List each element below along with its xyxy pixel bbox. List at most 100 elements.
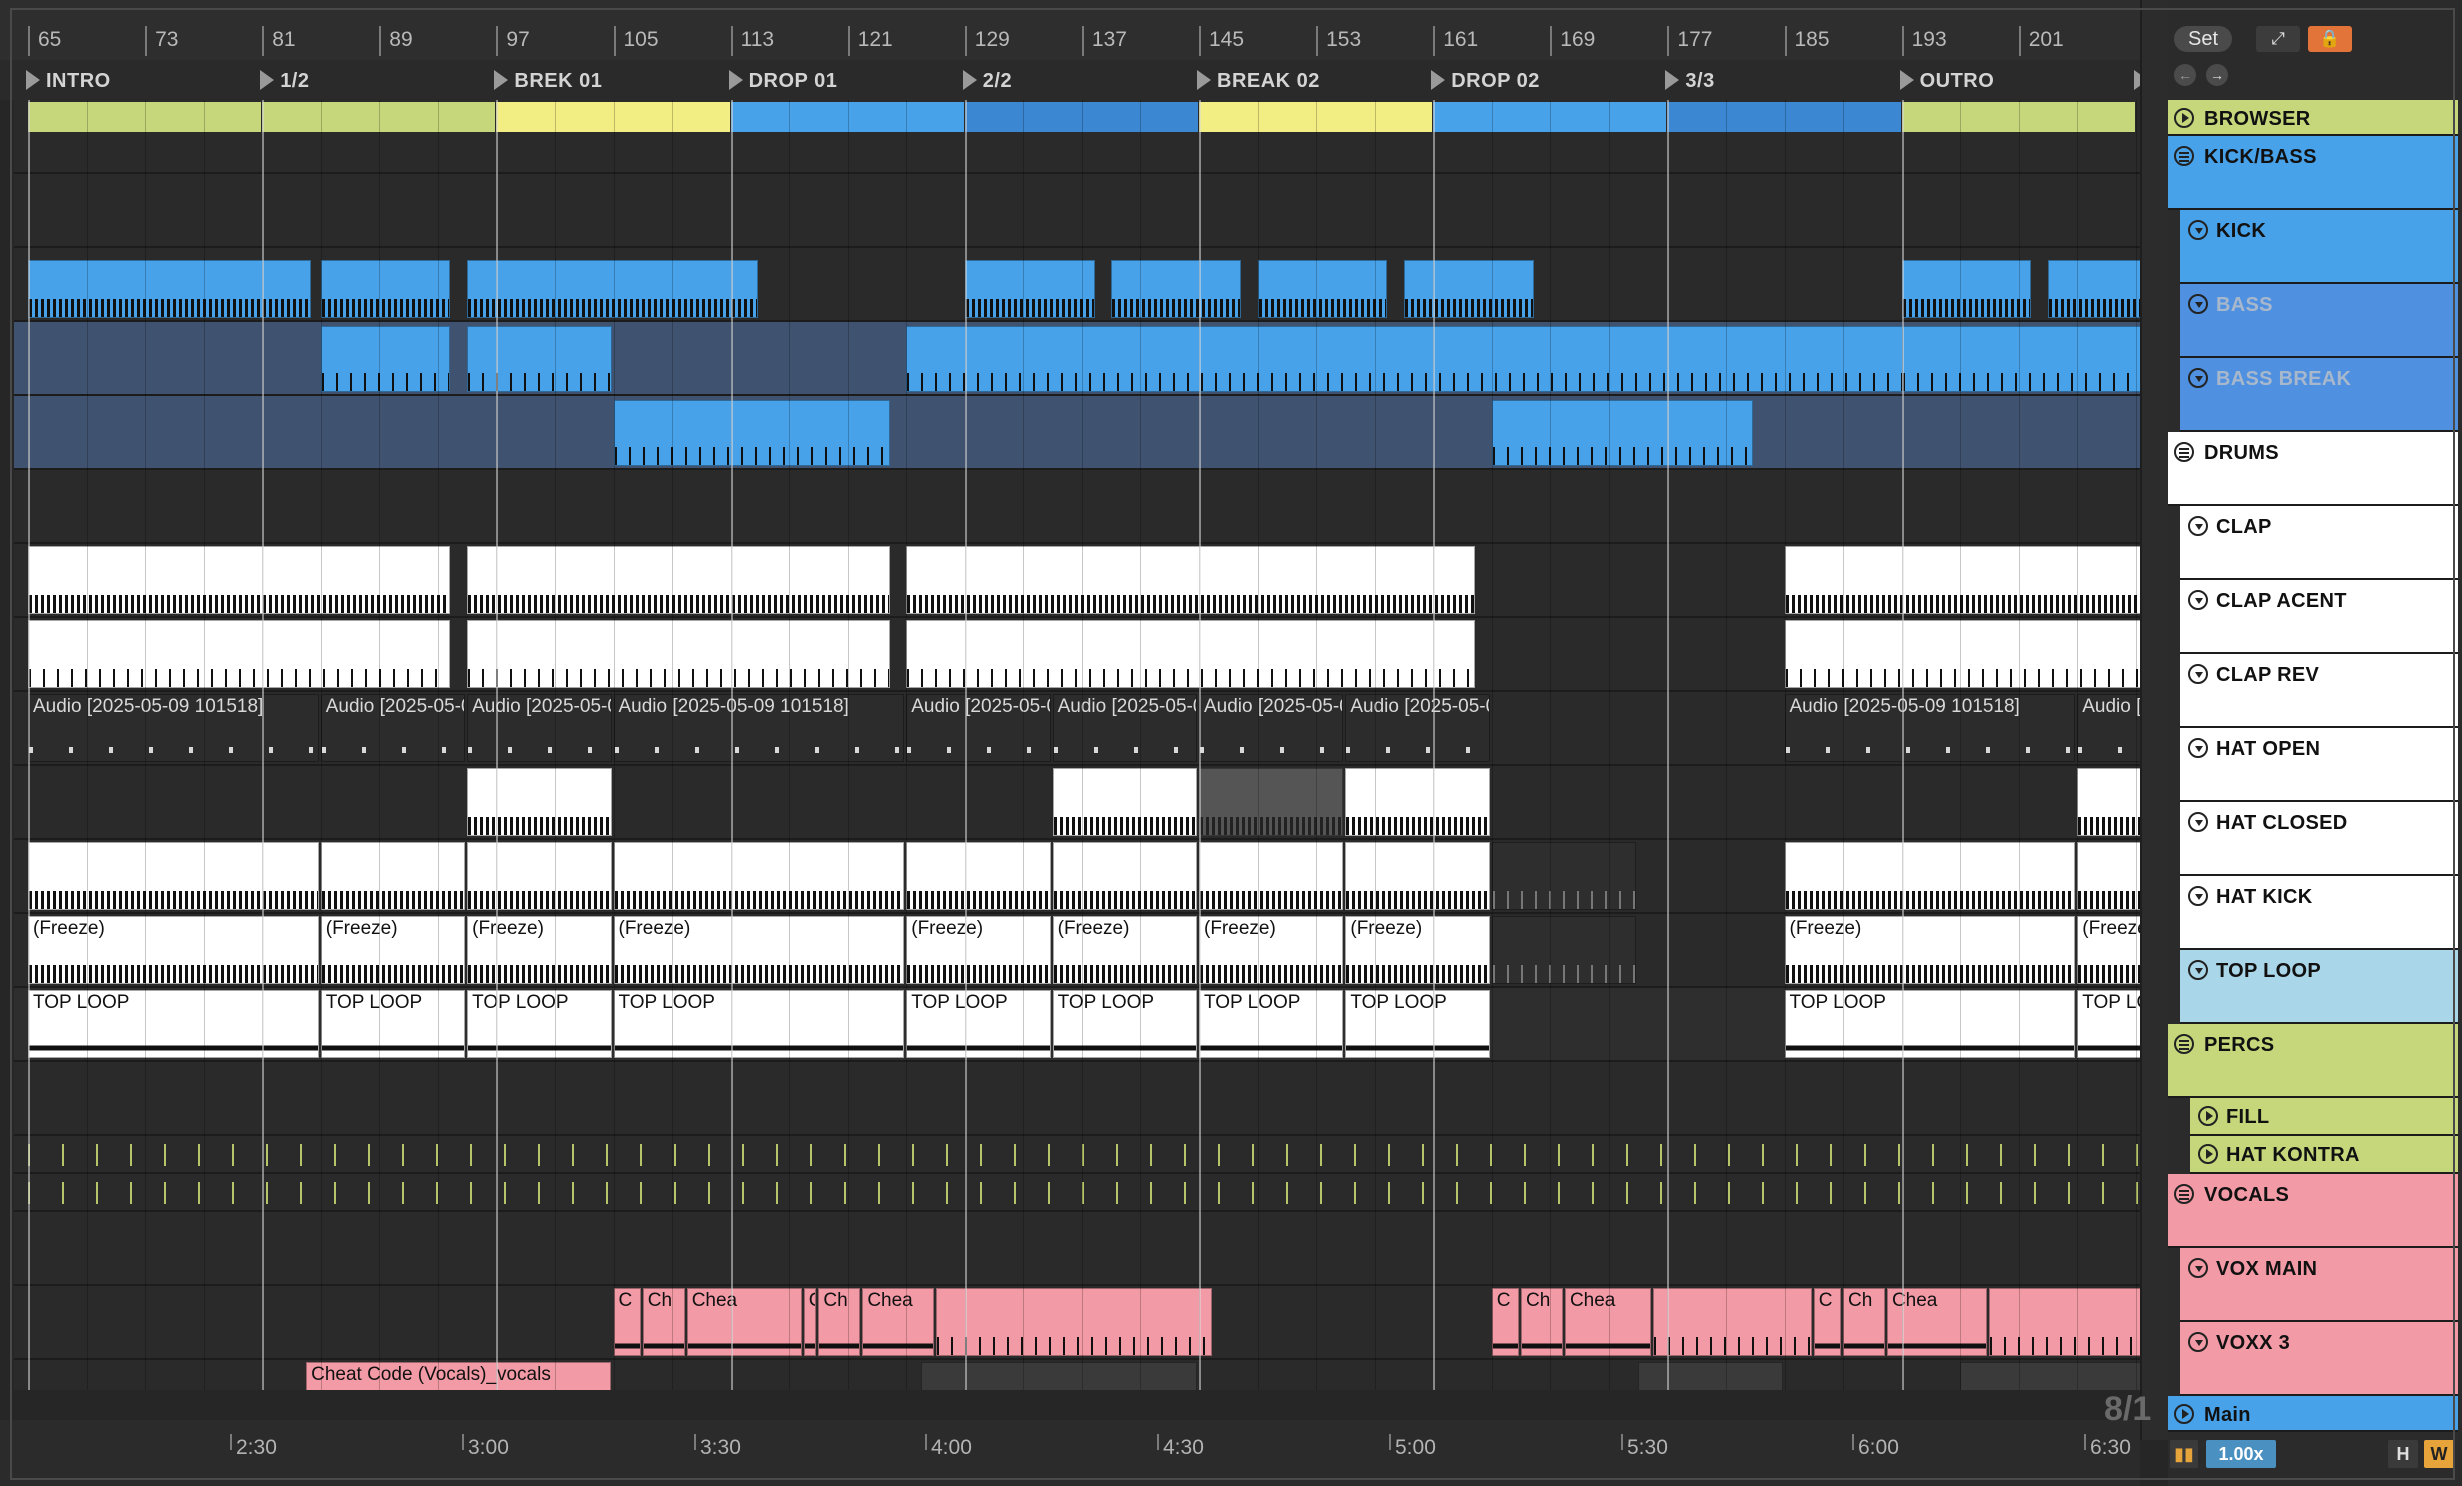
track-lane[interactable] bbox=[14, 100, 2140, 174]
audio-clip[interactable]: Audio [2025-05-09 101518] bbox=[28, 694, 319, 762]
back-button[interactable]: ← bbox=[2174, 64, 2196, 86]
audio-clip[interactable] bbox=[320, 326, 451, 392]
audio-clip[interactable] bbox=[1052, 768, 1197, 836]
locator-strip[interactable]: INTRO 1/2 BREK 01 DROP 01 2/2 BREAK 02 DROP 02… bbox=[0, 60, 2166, 100]
audio-clip[interactable] bbox=[1784, 620, 2140, 688]
audio-clip[interactable]: Audio [2025-05-09 101518] bbox=[1199, 694, 1344, 762]
audio-clip[interactable] bbox=[28, 842, 319, 910]
audio-clip[interactable]: C bbox=[803, 1288, 817, 1356]
locator-flag-icon[interactable] bbox=[962, 70, 977, 90]
zoom-display[interactable]: 1.00x bbox=[2206, 1440, 2276, 1468]
fold-arrow-icon[interactable] bbox=[2188, 738, 2208, 758]
audio-clip[interactable] bbox=[1784, 546, 2140, 614]
audio-clip[interactable] bbox=[28, 260, 312, 318]
audio-clip[interactable] bbox=[1784, 842, 2076, 910]
fold-arrow-icon[interactable] bbox=[2188, 812, 2208, 832]
arrangement-scroll-edge[interactable] bbox=[2140, 0, 2170, 1440]
audio-clip[interactable] bbox=[1901, 260, 2032, 318]
audio-clip[interactable]: Audio [2025-05-09 101518] bbox=[2077, 694, 2140, 762]
audio-clip[interactable] bbox=[1989, 1288, 2140, 1356]
track-header-clap-acent[interactable]: CLAP ACENT bbox=[2180, 580, 2458, 654]
audio-clip[interactable] bbox=[1257, 260, 1388, 318]
track-lane[interactable] bbox=[14, 618, 2140, 692]
track-lane[interactable]: C Ch Chea C Ch Chea C Ch Chea C Ch Chea bbox=[14, 1286, 2140, 1360]
audio-clip[interactable]: (Freeze) bbox=[2077, 916, 2140, 984]
audio-clip[interactable]: Ch bbox=[818, 1288, 861, 1356]
track-lane[interactable] bbox=[14, 396, 2140, 470]
fold-arrow-icon[interactable] bbox=[2188, 960, 2208, 980]
audio-clip[interactable]: TOP LOOP bbox=[1199, 990, 1344, 1058]
expand-button[interactable]: ⤢ bbox=[2256, 26, 2300, 52]
bar-ruler[interactable]: 65 73 81 89 97 105 113 121 129 137 145 153 161 169 177… bbox=[0, 0, 2140, 60]
audio-clip[interactable]: Ch bbox=[642, 1288, 685, 1356]
audio-clip[interactable]: TOP LOOP bbox=[2077, 990, 2140, 1058]
set-button[interactable]: Set bbox=[2174, 26, 2232, 52]
audio-clip[interactable] bbox=[1960, 1362, 2140, 1390]
audio-clip[interactable] bbox=[28, 546, 451, 614]
audio-clip[interactable]: Chea bbox=[1564, 1288, 1651, 1356]
track-header-browser[interactable]: BROWSER bbox=[2168, 100, 2458, 136]
audio-clip[interactable]: Audio [2025-05-09 101518] bbox=[320, 694, 466, 762]
audio-clip[interactable]: TOP LOOP bbox=[1345, 990, 1490, 1058]
track-header-hat-closed[interactable]: HAT CLOSED bbox=[2180, 802, 2458, 876]
audio-clip[interactable]: Ch bbox=[1521, 1288, 1563, 1356]
play-fold-icon[interactable] bbox=[2198, 1106, 2218, 1126]
track-lane[interactable] bbox=[14, 470, 2140, 544]
audio-clip[interactable] bbox=[906, 546, 1476, 614]
fold-arrow-icon[interactable] bbox=[2188, 368, 2208, 388]
audio-clip[interactable] bbox=[2047, 260, 2140, 318]
group-fold-icon[interactable] bbox=[2174, 1034, 2194, 1054]
h-toggle-button[interactable]: H bbox=[2388, 1440, 2418, 1468]
track-header-percs[interactable]: PERCS bbox=[2168, 1024, 2458, 1098]
track-lane[interactable] bbox=[14, 1062, 2140, 1136]
track-lane[interactable]: Audio [2025-05-09 101518] Audio [2025-05-… bbox=[14, 692, 2140, 766]
audio-clip[interactable]: TOP LOOP bbox=[28, 990, 319, 1058]
audio-clip[interactable] bbox=[1199, 768, 1344, 836]
w-toggle-button[interactable]: W bbox=[2424, 1440, 2454, 1468]
track-lane[interactable] bbox=[14, 1136, 2140, 1174]
audio-clip[interactable] bbox=[1638, 1362, 1783, 1390]
audio-clip[interactable]: Audio [2025-05-09 101518] bbox=[906, 694, 1051, 762]
audio-clip[interactable]: Audio [2025-05-09 101518] bbox=[1052, 694, 1197, 762]
arrangement-area[interactable]: Audio [2025-05-09 101518] Audio [2025-05-… bbox=[14, 100, 2140, 1390]
locator-flag-icon[interactable] bbox=[1431, 70, 1446, 90]
audio-clip[interactable] bbox=[1491, 916, 1637, 984]
track-lane[interactable]: Cheat Code (Vocals)_vocalsCheat Code (Vo… bbox=[14, 1360, 2140, 1390]
locator-label[interactable]: 2/2 bbox=[983, 70, 1012, 93]
audio-clip[interactable]: TOP LOOP bbox=[1052, 990, 1197, 1058]
track-lane[interactable] bbox=[14, 248, 2140, 322]
locator-label[interactable]: BREAK 02 bbox=[1217, 70, 1320, 93]
audio-clip[interactable]: (Freeze) bbox=[1052, 916, 1197, 984]
track-header-drums[interactable]: DRUMS bbox=[2168, 432, 2458, 506]
track-header-vocals[interactable]: VOCALS bbox=[2168, 1174, 2458, 1248]
audio-clip[interactable]: Audio [2025-05-09 101518] bbox=[613, 694, 905, 762]
fold-arrow-icon[interactable] bbox=[2188, 664, 2208, 684]
audio-clip[interactable] bbox=[906, 620, 1476, 688]
group-fold-icon[interactable] bbox=[2174, 146, 2194, 166]
fold-arrow-icon[interactable] bbox=[2188, 294, 2208, 314]
audio-clip[interactable]: TOP LOOP bbox=[467, 990, 612, 1058]
audio-clip[interactable] bbox=[467, 842, 612, 910]
locator-label[interactable]: INTRO bbox=[46, 70, 111, 93]
audio-clip[interactable]: TOP LOOP bbox=[906, 990, 1051, 1058]
track-header-voxx-3[interactable]: VOXX 3 bbox=[2180, 1322, 2458, 1396]
audio-clip[interactable] bbox=[906, 842, 1051, 910]
audio-clip[interactable]: (Freeze) bbox=[906, 916, 1051, 984]
fold-arrow-icon[interactable] bbox=[2188, 590, 2208, 610]
audio-meter-button[interactable]: ▮▮ bbox=[2170, 1440, 2198, 1468]
locator-label[interactable]: 1/2 bbox=[280, 70, 309, 93]
track-lane[interactable] bbox=[14, 1212, 2140, 1286]
track-header-main[interactable]: Main bbox=[2168, 1396, 2458, 1432]
audio-clip[interactable]: (Freeze) bbox=[1199, 916, 1344, 984]
audio-clip[interactable]: Cheat Code (Vocals)_vocals bbox=[306, 1362, 612, 1390]
audio-clip[interactable] bbox=[1052, 842, 1197, 910]
play-fold-icon[interactable] bbox=[2198, 1144, 2218, 1164]
audio-clip[interactable] bbox=[1491, 842, 1637, 910]
locator-label[interactable]: DROP 02 bbox=[1451, 70, 1540, 93]
locator-label[interactable]: OUTRO bbox=[1920, 70, 1995, 93]
locator-label[interactable]: 3/3 bbox=[1685, 70, 1714, 93]
audio-clip[interactable] bbox=[1491, 400, 1754, 466]
track-header-bass-break[interactable]: BASS BREAK bbox=[2180, 358, 2458, 432]
fold-arrow-icon[interactable] bbox=[2188, 516, 2208, 536]
audio-clip[interactable] bbox=[2077, 768, 2140, 836]
